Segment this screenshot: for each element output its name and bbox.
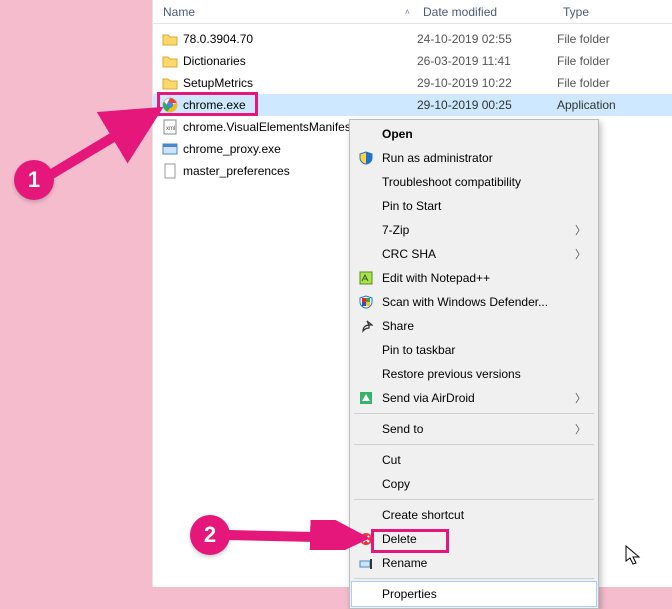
menu-item-copy[interactable]: Copy (352, 472, 596, 496)
rename-icon (358, 555, 374, 571)
arrow-1 (40, 100, 170, 190)
menu-item-label: Pin to Start (382, 199, 441, 213)
menu-item-scan-with-windows-defender[interactable]: Scan with Windows Defender... (352, 290, 596, 314)
menu-item-properties[interactable]: Properties (352, 582, 596, 606)
file-type: Application (557, 98, 672, 112)
file-type: File folder (557, 54, 672, 68)
callout-1-label: 1 (28, 167, 40, 193)
menu-separator (354, 444, 594, 445)
menu-item-label: Troubleshoot compatibility (382, 175, 521, 189)
menu-item-label: CRC SHA (382, 247, 436, 261)
menu-item-rename[interactable]: Rename (352, 551, 596, 575)
folder-icon (161, 52, 179, 70)
file-row[interactable]: 78.0.3904.7024-10-2019 02:55File folder (153, 28, 672, 50)
chevron-right-icon: 〉 (575, 390, 586, 406)
file-date: 29-10-2019 10:22 (417, 76, 557, 90)
npp-icon (358, 270, 374, 286)
chevron-up-icon: ˄ (405, 7, 410, 17)
file-icon (161, 162, 179, 180)
menu-item-label: 7-Zip (382, 223, 409, 237)
menu-item-delete[interactable]: Delete (352, 527, 596, 551)
share-icon (358, 318, 374, 334)
delete-icon (358, 531, 374, 547)
menu-item-label: Cut (382, 453, 401, 467)
menu-item-label: Send via AirDroid (382, 391, 475, 405)
menu-item-send-to[interactable]: Send to 〉 (352, 417, 596, 441)
menu-item-label: Send to (382, 422, 423, 436)
chrome-icon (161, 96, 179, 114)
file-date: 29-10-2019 00:25 (417, 98, 557, 112)
menu-item-label: Restore previous versions (382, 367, 521, 381)
defender-icon (358, 294, 374, 310)
menu-separator (354, 499, 594, 500)
context-menu: Open Run as administrator Troubleshoot com… (349, 119, 599, 609)
menu-item-pin-to-start[interactable]: Pin to Start (352, 194, 596, 218)
file-name: 78.0.3904.70 (179, 32, 417, 46)
menu-item-troubleshoot-compatibility[interactable]: Troubleshoot compatibility (352, 170, 596, 194)
menu-item-create-shortcut[interactable]: Create shortcut (352, 503, 596, 527)
folder-icon (161, 30, 179, 48)
column-header-row: Name ˄ Date modified Type (153, 0, 672, 24)
menu-item-restore-previous-versions[interactable]: Restore previous versions (352, 362, 596, 386)
chevron-right-icon: 〉 (575, 421, 586, 437)
svg-text:xml: xml (166, 126, 175, 132)
callout-2: 2 (190, 515, 230, 555)
folder-icon (161, 74, 179, 92)
menu-item-crc-sha[interactable]: CRC SHA 〉 (352, 242, 596, 266)
file-date: 26-03-2019 11:41 (417, 54, 557, 68)
menu-item-label: Scan with Windows Defender... (382, 295, 548, 309)
column-name-label: Name (163, 5, 195, 19)
file-row[interactable]: SetupMetrics29-10-2019 10:22File folder (153, 72, 672, 94)
menu-item-edit-with-notepad[interactable]: Edit with Notepad++ (352, 266, 596, 290)
xml-icon: xml (161, 118, 179, 136)
menu-item-pin-to-taskbar[interactable]: Pin to taskbar (352, 338, 596, 362)
column-date-label: Date modified (423, 5, 497, 19)
menu-item-label: Run as administrator (382, 151, 493, 165)
menu-item-run-as-administrator[interactable]: Run as administrator (352, 146, 596, 170)
file-date: 24-10-2019 02:55 (417, 32, 557, 46)
menu-item-label: Rename (382, 556, 427, 570)
chevron-right-icon: 〉 (575, 222, 586, 238)
callout-1: 1 (14, 160, 54, 200)
file-name: SetupMetrics (179, 76, 417, 90)
menu-item-cut[interactable]: Cut (352, 448, 596, 472)
file-type: File folder (557, 76, 672, 90)
shield-icon (358, 150, 374, 166)
column-type[interactable]: Type (557, 0, 672, 23)
menu-item-label: Create shortcut (382, 508, 464, 522)
file-row[interactable]: Dictionaries26-03-2019 11:41File folder (153, 50, 672, 72)
file-type: File folder (557, 32, 672, 46)
menu-item-label: Pin to taskbar (382, 343, 455, 357)
menu-item-label: Properties (382, 587, 437, 601)
chevron-right-icon: 〉 (575, 246, 586, 262)
menu-item-label: Copy (382, 477, 410, 491)
exe-icon (161, 140, 179, 158)
menu-separator (354, 578, 594, 579)
menu-separator (354, 413, 594, 414)
menu-item-7-zip[interactable]: 7-Zip 〉 (352, 218, 596, 242)
column-type-label: Type (563, 5, 589, 19)
file-row[interactable]: chrome.exe29-10-2019 00:25Application (153, 94, 672, 116)
menu-item-label: Open (382, 127, 413, 141)
menu-item-open[interactable]: Open (352, 122, 596, 146)
menu-item-label: Delete (382, 532, 417, 546)
menu-item-label: Edit with Notepad++ (382, 271, 490, 285)
airdroid-icon (358, 390, 374, 406)
file-name: chrome.exe (179, 98, 417, 112)
file-name: Dictionaries (179, 54, 417, 68)
menu-item-label: Share (382, 319, 414, 333)
column-name[interactable]: Name ˄ (153, 0, 417, 23)
callout-2-label: 2 (204, 522, 216, 548)
column-date[interactable]: Date modified (417, 0, 557, 23)
menu-item-share[interactable]: Share (352, 314, 596, 338)
menu-item-send-via-airdroid[interactable]: Send via AirDroid 〉 (352, 386, 596, 410)
